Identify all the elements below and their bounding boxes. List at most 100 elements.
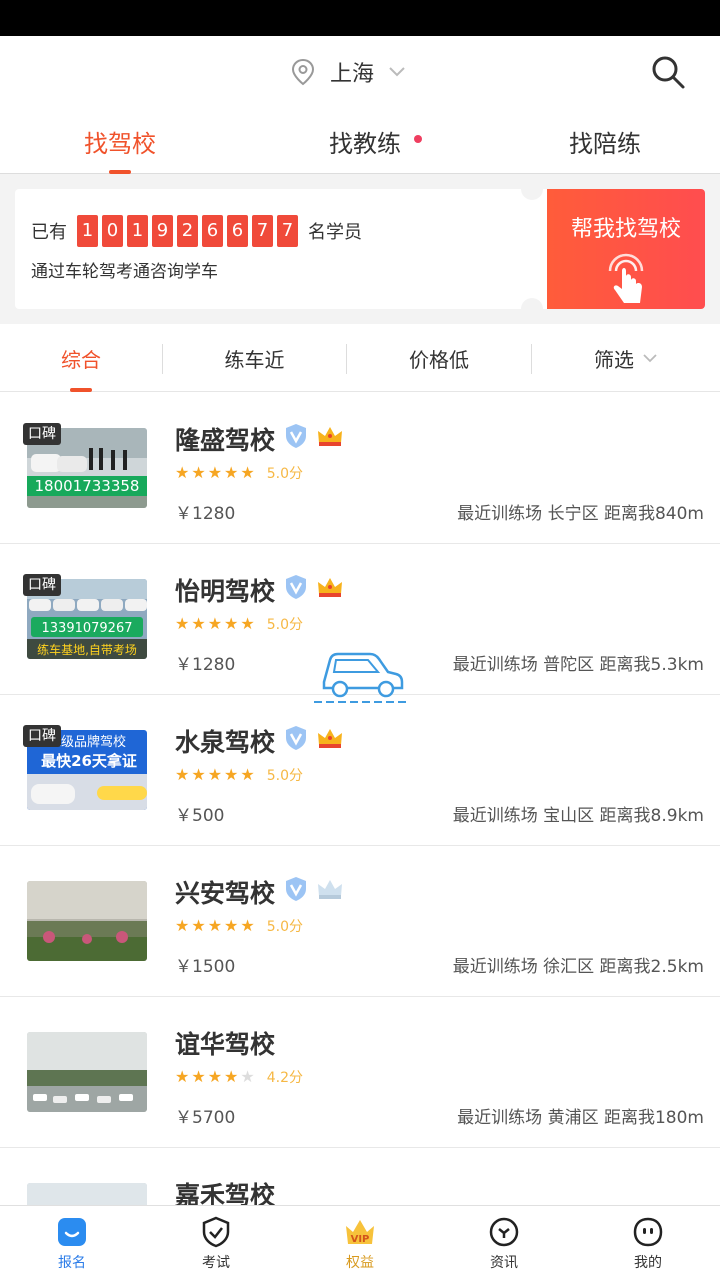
nav-signup[interactable]: 报名 xyxy=(0,1206,144,1281)
silver-crown-icon xyxy=(318,880,342,899)
search-icon[interactable] xyxy=(650,54,686,90)
rating-score: 5.0分 xyxy=(266,617,303,633)
tab-label: 找陪练 xyxy=(569,129,641,158)
star-icon: ★ xyxy=(191,463,206,482)
sort-filter-bar: 综合 练车近 价格低 筛选 xyxy=(0,324,720,392)
nav-label: 考试 xyxy=(202,1254,230,1271)
count-digit: 7 xyxy=(277,215,298,247)
school-location: 最近训练场 普陀区 距离我5.3km xyxy=(452,655,704,675)
school-photo xyxy=(27,881,147,961)
nav-benefits[interactable]: VIP 权益 xyxy=(288,1206,432,1281)
school-promo: A级品牌驾校 xyxy=(52,734,126,750)
koubei-badge: 口碑 xyxy=(23,423,61,445)
tab-label: 找教练 xyxy=(329,129,401,158)
school-name: 谊华驾校 xyxy=(175,1030,276,1059)
school-phone: 18001733358 xyxy=(35,477,140,495)
tab-find-coach[interactable]: 找教练 xyxy=(240,108,490,174)
school-location: 最近训练场 长宁区 距离我840m xyxy=(457,504,704,524)
count-digit: 6 xyxy=(227,215,248,247)
koubei-badge: 口碑 xyxy=(23,574,61,596)
filter-nearby[interactable]: 练车近 xyxy=(163,324,346,392)
school-item[interactable]: 口碑 A级品牌驾校 最快26天拿证 水泉驾校 ★ ★ ★ ★ ★ 5.0分 ￥5… xyxy=(0,695,720,846)
help-find-school-button[interactable]: 帮我找驾校 xyxy=(547,189,705,309)
star-icon: ★ xyxy=(207,1067,223,1086)
student-count-banner: 已有 1 0 1 9 2 6 6 7 7 名学员 通过车轮驾考通咨询学车 帮我找… xyxy=(0,174,720,324)
school-photo xyxy=(27,1183,147,1205)
rating-stars: ★ ★ ★ ★ ★ 5.0分 xyxy=(175,463,303,483)
top-tabs: 找驾校 找教练 找陪练 xyxy=(0,108,720,174)
verified-v-icon xyxy=(286,726,306,750)
school-photo xyxy=(27,1032,147,1112)
status-bar xyxy=(0,0,720,36)
rating-score: 5.0分 xyxy=(266,919,303,935)
star-icon: ★ xyxy=(224,765,239,784)
star-icon: ★ xyxy=(240,463,255,482)
school-item[interactable]: 口碑 18001733358 隆盛驾校 ★ ★ ★ ★ ★ 5.0分 ￥1280… xyxy=(0,393,720,544)
star-icon: ★ xyxy=(191,916,206,935)
school-price: ￥1280 xyxy=(175,655,236,675)
school-name: 怡明驾校 xyxy=(175,577,276,606)
star-icon: ★ xyxy=(191,765,206,784)
count-digit: 2 xyxy=(177,215,198,247)
count-digit: 6 xyxy=(202,215,223,247)
filter-overall[interactable]: 综合 xyxy=(0,324,162,392)
filter-label: 筛选 xyxy=(594,347,634,372)
tab-label: 找驾校 xyxy=(84,129,156,158)
tab-find-companion[interactable]: 找陪练 xyxy=(490,108,720,174)
location-pin-icon xyxy=(291,58,315,86)
exam-shield-icon xyxy=(202,1216,230,1247)
school-price: ￥1500 xyxy=(175,957,236,977)
star-icon: ★ xyxy=(207,916,223,935)
school-location: 最近训练场 宝山区 距离我8.9km xyxy=(452,806,704,826)
profile-face-icon xyxy=(633,1217,663,1246)
verified-v-icon xyxy=(286,877,306,901)
star-icon: ★ xyxy=(224,916,239,935)
star-icon: ★ xyxy=(175,463,190,482)
school-item[interactable]: 嘉禾驾校 xyxy=(0,1148,720,1205)
star-icon: ★ xyxy=(191,614,206,633)
floating-car-icon[interactable] xyxy=(312,648,408,704)
filter-screen[interactable]: 筛选 xyxy=(532,324,720,392)
nav-exam[interactable]: 考试 xyxy=(144,1206,288,1281)
star-icon: ★ xyxy=(175,765,190,784)
city-label: 上海 xyxy=(330,62,375,87)
nav-profile[interactable]: 我的 xyxy=(576,1206,720,1281)
banner-card[interactable]: 已有 1 0 1 9 2 6 6 7 7 名学员 通过车轮驾考通咨询学车 帮我找… xyxy=(15,189,705,309)
star-icon: ★ xyxy=(175,1067,190,1086)
city-selector[interactable]: 上海 xyxy=(290,54,406,90)
verified-v-icon xyxy=(286,575,306,599)
nav-label: 我的 xyxy=(634,1254,662,1271)
school-item[interactable]: 兴安驾校 ★ ★ ★ ★ ★ 5.0分 ￥1500 最近训练场 徐汇区 距离我2… xyxy=(0,846,720,997)
count-prefix: 已有 xyxy=(31,222,67,243)
count-digit: 1 xyxy=(77,215,98,247)
rating-stars: ★ ★ ★ ★ ★ 4.2分 xyxy=(175,1067,303,1087)
star-icon: ★ xyxy=(175,916,190,935)
star-icon: ★ xyxy=(175,614,190,633)
school-list: 口碑 18001733358 隆盛驾校 ★ ★ ★ ★ ★ 5.0分 ￥1280… xyxy=(0,393,720,1205)
nav-news[interactable]: 资讯 xyxy=(432,1206,576,1281)
ticket-notch xyxy=(521,298,543,320)
nav-label: 权益 xyxy=(346,1254,374,1271)
star-icon: ★ xyxy=(224,614,239,633)
ticket-notch xyxy=(521,178,543,200)
rating-stars: ★ ★ ★ ★ ★ 5.0分 xyxy=(175,916,303,936)
star-icon: ★ xyxy=(224,1067,239,1086)
filter-low-price[interactable]: 价格低 xyxy=(347,324,531,392)
star-empty-icon: ★ xyxy=(240,1067,255,1086)
filter-label: 价格低 xyxy=(409,347,469,372)
star-icon: ★ xyxy=(191,1067,206,1086)
school-item[interactable]: 谊华驾校 ★ ★ ★ ★ ★ 4.2分 ￥5700 最近训练场 黄浦区 距离我1… xyxy=(0,997,720,1148)
verified-v-icon xyxy=(286,424,306,448)
bottom-nav: 报名 考试 VIP 权益 资讯 我的 xyxy=(0,1205,720,1280)
school-name: 嘉禾驾校 xyxy=(175,1181,276,1205)
vip-crown-icon: VIP xyxy=(346,1219,374,1245)
star-icon: ★ xyxy=(240,916,255,935)
tab-find-school[interactable]: 找驾校 xyxy=(0,108,240,174)
star-icon: ★ xyxy=(207,765,223,784)
star-icon: ★ xyxy=(207,614,223,633)
filter-underline xyxy=(70,388,92,392)
school-badges xyxy=(284,574,344,600)
school-phone: 13391079267 xyxy=(42,621,133,636)
student-count-row: 已有 1 0 1 9 2 6 6 7 7 名学员 xyxy=(31,215,362,247)
count-digit: 9 xyxy=(152,215,173,247)
